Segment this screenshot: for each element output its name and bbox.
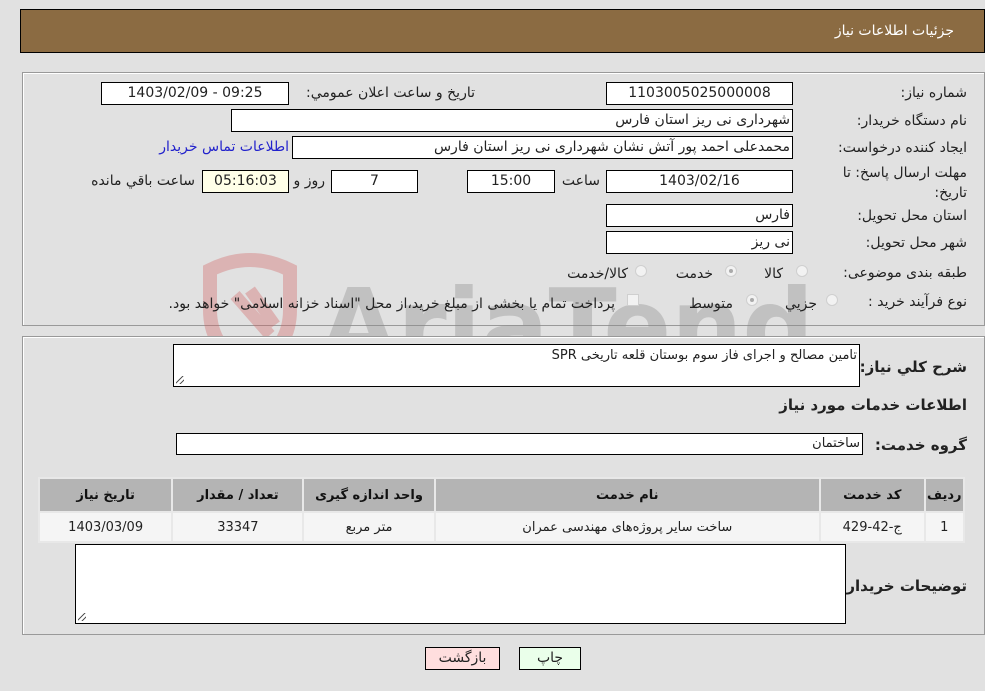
category-radio-goods-service[interactable]: [635, 265, 647, 277]
delivery-city-field[interactable]: نی ریز: [606, 231, 793, 254]
cell-row-number: 1: [923, 511, 966, 543]
services-table: رديف کد خدمت نام خدمت واحد اندازه گيری ت…: [37, 477, 966, 543]
purchase-radio-minor[interactable]: [826, 294, 838, 306]
purchase-option-minor: جزيي: [785, 296, 817, 312]
category-option-goods-service: کالا/خدمت: [567, 266, 628, 282]
category-option-service: خدمت: [675, 266, 713, 282]
col-header-row-number: رديف: [923, 477, 966, 513]
purchase-type-label: نوع فرآیند خرید :: [868, 294, 967, 310]
print-button[interactable]: چاپ: [519, 647, 581, 670]
category-label: طبقه بندی موضوعی:: [843, 265, 967, 281]
cell-need-date: 1403/03/09: [37, 511, 174, 543]
purchase-option-medium: متوسط: [689, 296, 733, 312]
cell-service-code: ج-42-429: [818, 511, 926, 543]
col-header-unit: واحد اندازه گيری: [302, 477, 436, 513]
need-number-label: شماره نیاز:: [900, 85, 968, 101]
col-header-service-name: نام خدمت: [433, 477, 821, 513]
services-section-title: اطلاعات خدمات مورد نياز: [779, 396, 967, 414]
col-header-service-code: کد خدمت: [818, 477, 926, 513]
delivery-province-label: استان محل تحویل:: [857, 208, 967, 224]
deadline-time-label: ساعت: [561, 173, 600, 189]
deadline-label: مهلت ارسال پاسخ: تا تاریخ:: [842, 165, 967, 201]
buyer-contact-link[interactable]: اطلاعات تماس خریدار: [159, 139, 289, 155]
description-label: شرح کلي نياز:: [859, 358, 967, 376]
purchase-radio-medium[interactable]: [746, 294, 758, 306]
cell-quantity: 33347: [171, 511, 305, 543]
category-radio-goods[interactable]: [796, 265, 808, 277]
page-title: جزئیات اطلاعات نیاز: [834, 23, 954, 39]
cell-unit: متر مربع: [302, 511, 436, 543]
col-header-quantity: تعداد / مقدار: [171, 477, 305, 513]
remaining-time-label: ساعت باقي مانده: [91, 173, 195, 189]
buyer-org-field[interactable]: شهرداری نی ریز استان فارس: [231, 109, 793, 132]
remaining-days-field[interactable]: 7: [331, 170, 418, 193]
cell-service-name: ساخت سایر پروژه‌های مهندسی عمران: [433, 511, 821, 543]
page-header: جزئیات اطلاعات نیاز: [20, 9, 985, 53]
description-text: تامین مصالح و اجرای فاز سوم بوستان قلعه …: [551, 348, 857, 363]
description-textarea[interactable]: تامین مصالح و اجرای فاز سوم بوستان قلعه …: [173, 344, 860, 387]
deadline-date-field[interactable]: 1403/02/16: [606, 170, 793, 193]
resize-handle-icon[interactable]: [78, 613, 86, 621]
back-button[interactable]: بازگشت: [425, 647, 500, 670]
category-radio-service[interactable]: [725, 265, 737, 277]
col-header-need-date: تاریخ نیاز: [37, 477, 174, 513]
deadline-time-field[interactable]: 15:00: [467, 170, 555, 193]
service-group-field[interactable]: ساختمان: [176, 433, 863, 455]
table-header-row: رديف کد خدمت نام خدمت واحد اندازه گيری ت…: [37, 477, 966, 513]
buyer-notes-textarea[interactable]: [75, 544, 846, 624]
treasury-checkbox[interactable]: [627, 294, 639, 306]
buyer-notes-label: توضيحات خريدار:: [840, 577, 967, 595]
resize-handle-icon[interactable]: [176, 376, 184, 384]
service-group-label: گروه خدمت:: [874, 436, 967, 454]
remaining-time-field: 05:16:03: [202, 170, 289, 193]
delivery-province-field[interactable]: فارس: [606, 204, 793, 227]
treasury-note: پرداخت تمام یا بخشی از مبلغ خرید،از محل …: [168, 296, 615, 312]
requester-field[interactable]: محمدعلی احمد پور آتش نشان شهرداری نی ریز…: [292, 136, 793, 159]
days-label: روز و: [293, 173, 326, 189]
requester-label: ایجاد کننده درخواست:: [838, 140, 967, 156]
delivery-city-label: شهر محل تحویل:: [865, 235, 967, 251]
buyer-org-label: نام دستگاه خریدار:: [856, 113, 967, 129]
announce-datetime-label: تاريخ و ساعت اعلان عمومي:: [306, 85, 475, 101]
need-number-field[interactable]: 1103005025000008: [606, 82, 793, 105]
announce-datetime-field[interactable]: 1403/02/09 - 09:25: [101, 82, 289, 105]
table-row: 1 ج-42-429 ساخت سایر پروژه‌های مهندسی عم…: [37, 511, 966, 543]
category-option-goods: کالا: [764, 266, 783, 282]
